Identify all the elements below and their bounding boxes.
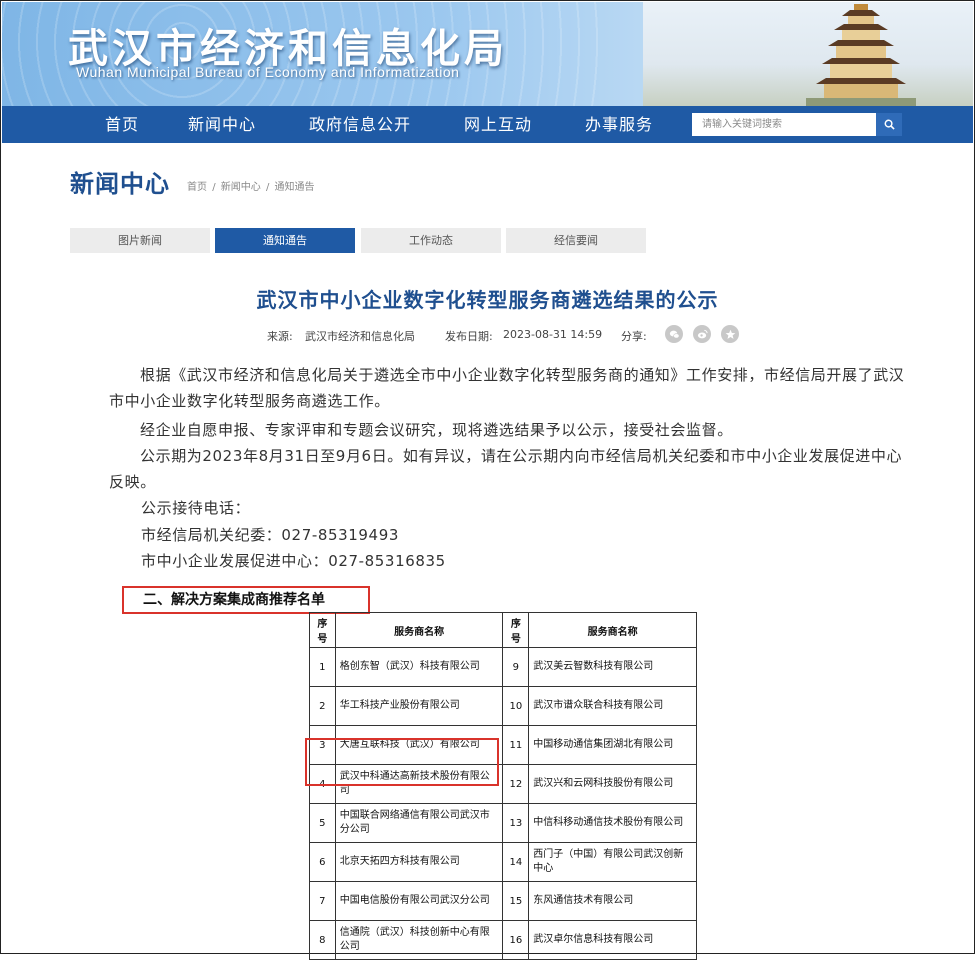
nav-item-interaction[interactable]: 网上互动 (464, 106, 532, 143)
column-header: 服务商名称 (334, 612, 504, 648)
table-row: 1 格创东智（武汉）科技有限公司 9 武汉美云智数科技有限公司 (309, 647, 697, 687)
provider-name: 中国移动通信集团湖北有限公司 (528, 725, 697, 765)
heading-highlight-box (122, 586, 370, 614)
article-paragraph: 公示期为2023年8月31日至9月6日。如有异议，请在公示期内向市经信局机关纪委… (109, 447, 903, 491)
row-number: 10 (502, 686, 530, 726)
site-subtitle: Wuhan Municipal Bureau of Economy and In… (76, 64, 460, 80)
breadcrumb-home[interactable]: 首页 (187, 182, 207, 193)
breadcrumb-news[interactable]: 新闻中心 (221, 182, 261, 193)
row-number: 9 (502, 647, 530, 687)
row-number: 14 (502, 842, 530, 882)
share-label: 分享: (621, 330, 647, 343)
table-header-row: 序号 服务商名称 序号 服务商名称 (309, 612, 697, 648)
article-paragraph: 经企业自愿申报、专家评审和专题会议研究，现将遴选结果予以公示，接受社会监督。 (140, 421, 733, 439)
provider-name: 中信科移动通信技术股份有限公司 (528, 803, 697, 843)
row-highlight-box (305, 738, 499, 786)
provider-name: 中国电信股份有限公司武汉分公司 (334, 881, 504, 921)
article-source: 武汉市经济和信息化局 (305, 330, 415, 343)
article-date-label: 发布日期: (445, 330, 493, 343)
yellow-crane-tower-icon (806, 4, 916, 106)
tab-picture-news[interactable]: 图片新闻 (70, 228, 210, 253)
tab-work-updates[interactable]: 工作动态 (361, 228, 501, 253)
breadcrumb-separator: / (212, 182, 216, 193)
weibo-icon[interactable] (693, 325, 711, 343)
table-row: 7 中国电信股份有限公司武汉分公司 15 东风通信技术有限公司 (309, 881, 697, 921)
site-banner: 武汉市经济和信息化局 Wuhan Municipal Bureau of Eco… (2, 2, 973, 106)
table-row: 2 华工科技产业股份有限公司 10 武汉市谱众联合科技有限公司 (309, 686, 697, 726)
nav-item-gov-info[interactable]: 政府信息公开 (309, 106, 411, 143)
table-row: 5 中国联合网络通信有限公司武汉市分公司 13 中信科移动通信技术股份有限公司 (309, 803, 697, 843)
article-source-label: 来源: (267, 330, 293, 343)
search-icon (884, 119, 895, 130)
provider-name: 武汉美云智数科技有限公司 (528, 647, 697, 687)
contact-heading: 公示接待电话： (141, 499, 251, 517)
row-number: 6 (309, 842, 336, 882)
provider-name: 格创东智（武汉）科技有限公司 (334, 647, 504, 687)
search-button[interactable] (876, 113, 902, 136)
contact-line: 市经信局机关纪委：027-85319493 (141, 526, 399, 544)
row-number: 7 (309, 881, 336, 921)
provider-name: 武汉兴和云网科技股份有限公司 (528, 764, 697, 804)
provider-table: 序号 服务商名称 序号 服务商名称 1 格创东智（武汉）科技有限公司 9 武汉美… (309, 612, 697, 960)
row-number: 11 (502, 725, 530, 765)
tab-notices[interactable]: 通知通告 (215, 228, 355, 253)
provider-name: 东风通信技术有限公司 (528, 881, 697, 921)
provider-name: 西门子（中国）有限公司武汉创新中心 (528, 842, 697, 882)
breadcrumb-current[interactable]: 通知通告 (275, 182, 315, 193)
row-number: 13 (502, 803, 530, 843)
row-number: 2 (309, 686, 336, 726)
article-date: 2023-08-31 14:59 (503, 328, 603, 341)
favorite-icon[interactable] (721, 325, 739, 343)
tab-key-news[interactable]: 经信要闻 (506, 228, 646, 253)
provider-name: 中国联合网络通信有限公司武汉市分公司 (334, 803, 504, 843)
nav-item-home[interactable]: 首页 (105, 106, 139, 143)
section-title: 新闻中心 (70, 169, 170, 198)
article-paragraph: 根据《武汉市经济和信息化局关于遴选全市中小企业数字化转型服务商的通知》工作安排，… (109, 366, 905, 410)
contact-line: 市中小企业发展促进中心：027-85316835 (141, 552, 446, 570)
row-number: 12 (502, 764, 530, 804)
nav-item-services[interactable]: 办事服务 (585, 106, 653, 143)
table-row: 6 北京天拓四方科技有限公司 14 西门子（中国）有限公司武汉创新中心 (309, 842, 697, 882)
provider-name: 华工科技产业股份有限公司 (334, 686, 504, 726)
wechat-icon[interactable] (665, 325, 683, 343)
breadcrumb: 首页 / 新闻中心 / 通知通告 (186, 178, 316, 193)
nav-item-news[interactable]: 新闻中心 (188, 106, 256, 143)
column-header: 序号 (309, 612, 336, 648)
row-number: 5 (309, 803, 336, 843)
article-title: 武汉市中小企业数字化转型服务商遴选结果的公示 (256, 288, 719, 312)
column-header: 序号 (502, 612, 530, 648)
search-input[interactable] (692, 113, 876, 136)
provider-name: 北京天拓四方科技有限公司 (334, 842, 504, 882)
main-nav: 首页 新闻中心 政府信息公开 网上互动 办事服务 (2, 106, 973, 143)
provider-name: 武汉市谱众联合科技有限公司 (528, 686, 697, 726)
column-header: 服务商名称 (528, 612, 697, 648)
row-number: 1 (309, 647, 336, 687)
row-number: 15 (502, 881, 530, 921)
breadcrumb-separator: / (265, 182, 270, 193)
